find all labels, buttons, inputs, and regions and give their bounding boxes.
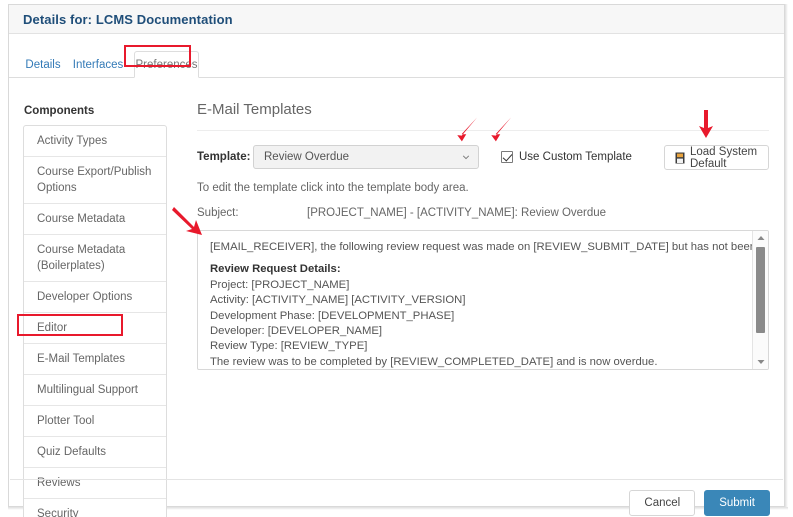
sidebar-item-course-metadata-boilerplates[interactable]: Course Metadata (Boilerplates) [24, 235, 166, 282]
sidebar-item-email-templates[interactable]: E-Mail Templates [24, 344, 166, 375]
sidebar-item-activity-types[interactable]: Activity Types [24, 126, 166, 157]
template-body-content[interactable]: [EMAIL_RECEIVER], the following review r… [198, 231, 753, 369]
template-row: Template: Review Overdue Use Custom Temp… [197, 145, 769, 170]
load-system-default-button[interactable]: Load System Default [664, 145, 769, 170]
tab-preferences[interactable]: Preferences [134, 51, 199, 78]
sidebar-item-quiz-defaults[interactable]: Quiz Defaults [24, 437, 166, 468]
tab-interfaces[interactable]: Interfaces [67, 51, 129, 78]
page-title: E-Mail Templates [197, 101, 312, 118]
sidebar-item-developer-options[interactable]: Developer Options [24, 282, 166, 313]
body-line: Developer: [DEVELOPER_NAME] [210, 325, 383, 338]
footer-buttons: Cancel Submit [629, 490, 770, 516]
heading-divider [197, 130, 769, 131]
load-system-default-label: Load System Default [690, 145, 758, 170]
window-frame: Details for: LCMS Documentation Details … [8, 4, 785, 517]
sidebar-item-multilingual-support[interactable]: Multilingual Support [24, 375, 166, 406]
use-custom-template-checkbox[interactable]: Use Custom Template [501, 151, 632, 163]
sidebar-list: Activity Types Course Export/Publish Opt… [23, 125, 167, 517]
body-line: [EMAIL_RECEIVER], the following review r… [210, 241, 753, 253]
template-select-value: Review Overdue [264, 151, 350, 163]
window-left-edge [0, 0, 8, 517]
subject-label: Subject: [197, 207, 239, 219]
sidebar-item-editor[interactable]: Editor [24, 313, 166, 344]
window-titlebar: Details for: LCMS Documentation [9, 5, 784, 34]
body-line: Review Request Details: [210, 263, 341, 276]
body-line: The review was to be completed by [REVIE… [210, 355, 658, 368]
edit-hint-text: To edit the template click into the temp… [197, 182, 469, 194]
tab-bar: Details Interfaces Preferences [9, 34, 784, 78]
main-panel: E-Mail Templates Template: Review Overdu… [197, 100, 769, 370]
sidebar-item-reviews[interactable]: Reviews [24, 468, 166, 499]
use-custom-template-label: Use Custom Template [519, 151, 632, 163]
template-label: Template: [197, 151, 251, 163]
body-line: Activity: [ACTIVITY_NAME] [ACTIVITY_VERS… [210, 294, 466, 307]
body-line: Development Phase: [DEVELOPMENT_PHASE] [210, 309, 455, 322]
file-save-icon [675, 152, 685, 163]
sidebar-item-plotter-tool[interactable]: Plotter Tool [24, 406, 166, 437]
window-right-shadow [785, 4, 788, 507]
scrollbar-thumb[interactable] [756, 247, 765, 333]
scroll-up-icon[interactable] [753, 231, 768, 245]
submit-button[interactable]: Submit [704, 490, 770, 516]
template-select[interactable]: Review Overdue [253, 145, 479, 169]
sidebar-item-course-export-publish-options[interactable]: Course Export/Publish Options [24, 157, 166, 204]
body-line: Review Type: [REVIEW_TYPE] [210, 340, 368, 353]
body-line: Project: [PROJECT_NAME] [210, 278, 350, 291]
checkbox-check-icon [501, 151, 513, 163]
details-dialog: Details for: LCMS Documentation Details … [0, 0, 793, 517]
scroll-down-icon[interactable] [753, 355, 768, 369]
sidebar-title: Components [24, 105, 95, 117]
subject-row: Subject: [PROJECT_NAME] - [ACTIVITY_NAME… [197, 207, 769, 219]
subject-value: [PROJECT_NAME] - [ACTIVITY_NAME]: Review… [307, 207, 607, 219]
body-scrollbar[interactable] [752, 231, 768, 369]
template-body-area[interactable]: [EMAIL_RECEIVER], the following review r… [197, 230, 769, 370]
tab-details[interactable]: Details [19, 51, 67, 78]
sidebar-item-course-metadata[interactable]: Course Metadata [24, 204, 166, 235]
footer-divider [10, 479, 783, 480]
chevron-down-icon [462, 155, 470, 160]
components-sidebar: Components Activity Types Course Export/… [23, 105, 167, 517]
window-title: Details for: LCMS Documentation [23, 11, 233, 27]
cancel-button[interactable]: Cancel [629, 490, 696, 516]
sidebar-item-security[interactable]: Security [24, 499, 166, 517]
